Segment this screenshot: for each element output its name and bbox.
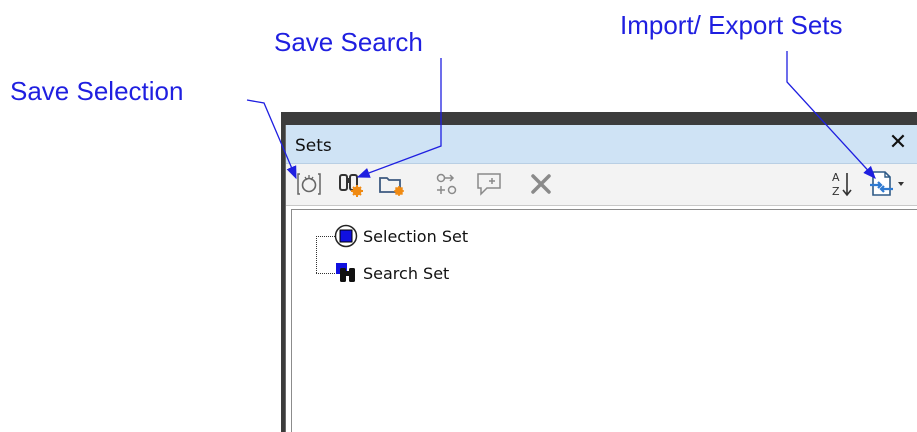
close-icon: ✕ [888, 130, 908, 155]
import-export-icon [870, 171, 904, 196]
new-folder-icon [379, 177, 404, 196]
sets-tree: Selection Set Search Set [291, 209, 917, 432]
delete-button[interactable] [526, 169, 556, 199]
sort-az-icon: A Z [832, 171, 852, 198]
sort-button[interactable]: A Z [827, 169, 857, 199]
delete-icon [531, 174, 551, 194]
svg-text:Z: Z [832, 185, 840, 198]
tree-item-selection-set[interactable]: Selection Set [334, 222, 468, 250]
callout-import-export-sets: Import/ Export Sets [620, 10, 843, 40]
callout-save-selection: Save Selection [10, 76, 184, 106]
add-comment-icon [477, 173, 501, 196]
import-export-button[interactable] [866, 169, 910, 199]
tree-item-label: Search Set [363, 263, 450, 283]
tree-item-label: Selection Set [363, 226, 469, 246]
svg-text:A: A [832, 171, 840, 184]
duplicate-icon [436, 173, 457, 195]
save-search-button[interactable] [336, 169, 366, 199]
tree-connector [316, 236, 335, 237]
tree-connector [316, 273, 335, 274]
add-comment-button[interactable] [474, 169, 504, 199]
tree-connector [316, 236, 317, 273]
sets-toolbar: A Z [286, 164, 917, 206]
panel-titlebar: Sets ✕ [286, 125, 917, 164]
close-button[interactable]: ✕ [886, 130, 910, 156]
panel-title: Sets [295, 136, 332, 156]
search-set-icon [336, 263, 355, 282]
sets-panel: Sets ✕ A Z Selection Set Search Set [285, 125, 917, 432]
duplicate-button[interactable] [432, 169, 462, 199]
binoculars-icon [339, 174, 363, 197]
selection-set-icon [334, 224, 358, 248]
save-selection-button[interactable] [294, 169, 324, 199]
add-folder-button[interactable] [376, 169, 406, 199]
callout-save-search: Save Search [274, 27, 423, 57]
save-selection-icon [297, 173, 321, 195]
tree-item-search-set[interactable]: Search Set [334, 259, 449, 287]
